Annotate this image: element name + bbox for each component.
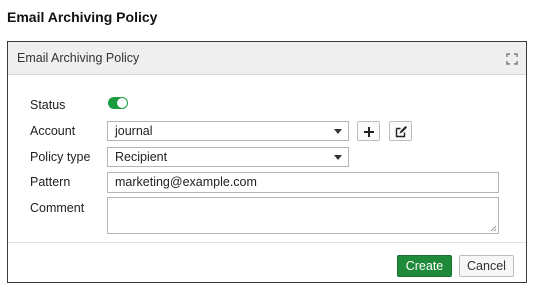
policy-type-value: Recipient [115, 150, 168, 164]
footer-divider [8, 242, 526, 243]
add-account-button[interactable] [357, 121, 380, 141]
policy-type-label: Policy type [30, 150, 91, 164]
dialog-title: Email Archiving Policy [17, 51, 140, 65]
toggle-knob [117, 98, 127, 108]
comment-textarea[interactable] [107, 197, 499, 234]
email-archiving-policy-dialog: Email Archiving Policy Status Account jo… [7, 41, 527, 283]
create-button[interactable]: Create [397, 255, 452, 277]
account-label: Account [30, 124, 76, 138]
chevron-down-icon [334, 129, 342, 134]
chevron-down-icon [334, 155, 342, 160]
comment-label: Comment [30, 201, 85, 215]
status-toggle[interactable] [108, 97, 128, 109]
dialog-header: Email Archiving Policy [8, 42, 526, 75]
cancel-button[interactable]: Cancel [459, 255, 514, 277]
maximize-icon[interactable] [506, 52, 518, 65]
status-label: Status [30, 98, 66, 112]
resize-grip-icon[interactable] [489, 224, 497, 232]
account-select[interactable]: journal [107, 121, 349, 141]
policy-type-select[interactable]: Recipient [107, 147, 349, 167]
pattern-label: Pattern [30, 175, 71, 189]
edit-account-button[interactable] [389, 121, 412, 141]
account-value: journal [115, 124, 153, 138]
edit-icon [395, 126, 407, 138]
plus-icon [364, 127, 374, 137]
pattern-input[interactable]: marketing@example.com [107, 172, 499, 193]
page-title: Email Archiving Policy [7, 9, 158, 25]
